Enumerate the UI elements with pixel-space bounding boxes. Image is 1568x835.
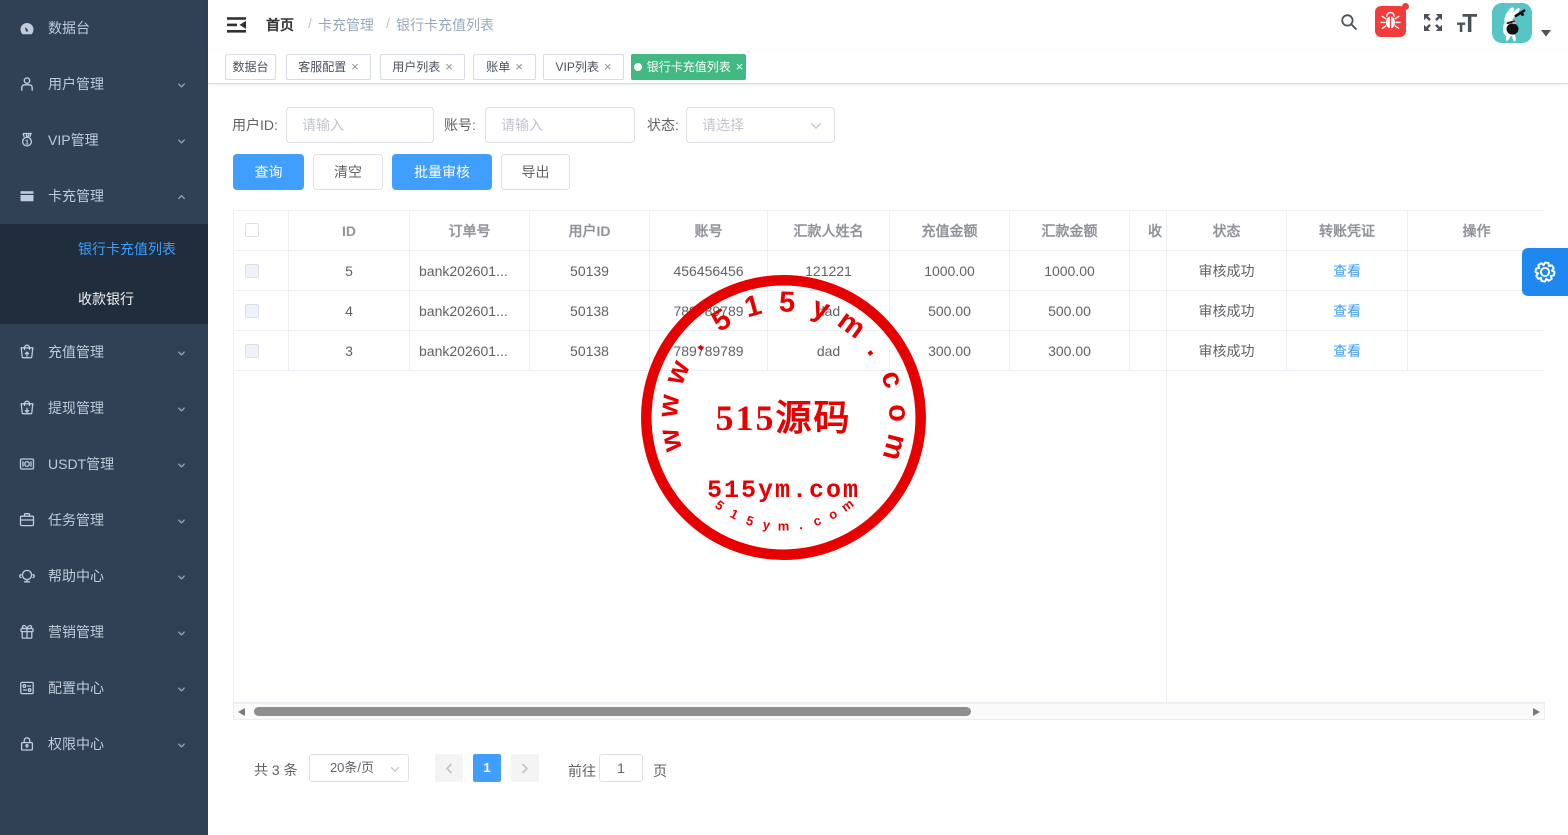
svg-text:1: 1 <box>25 138 29 147</box>
